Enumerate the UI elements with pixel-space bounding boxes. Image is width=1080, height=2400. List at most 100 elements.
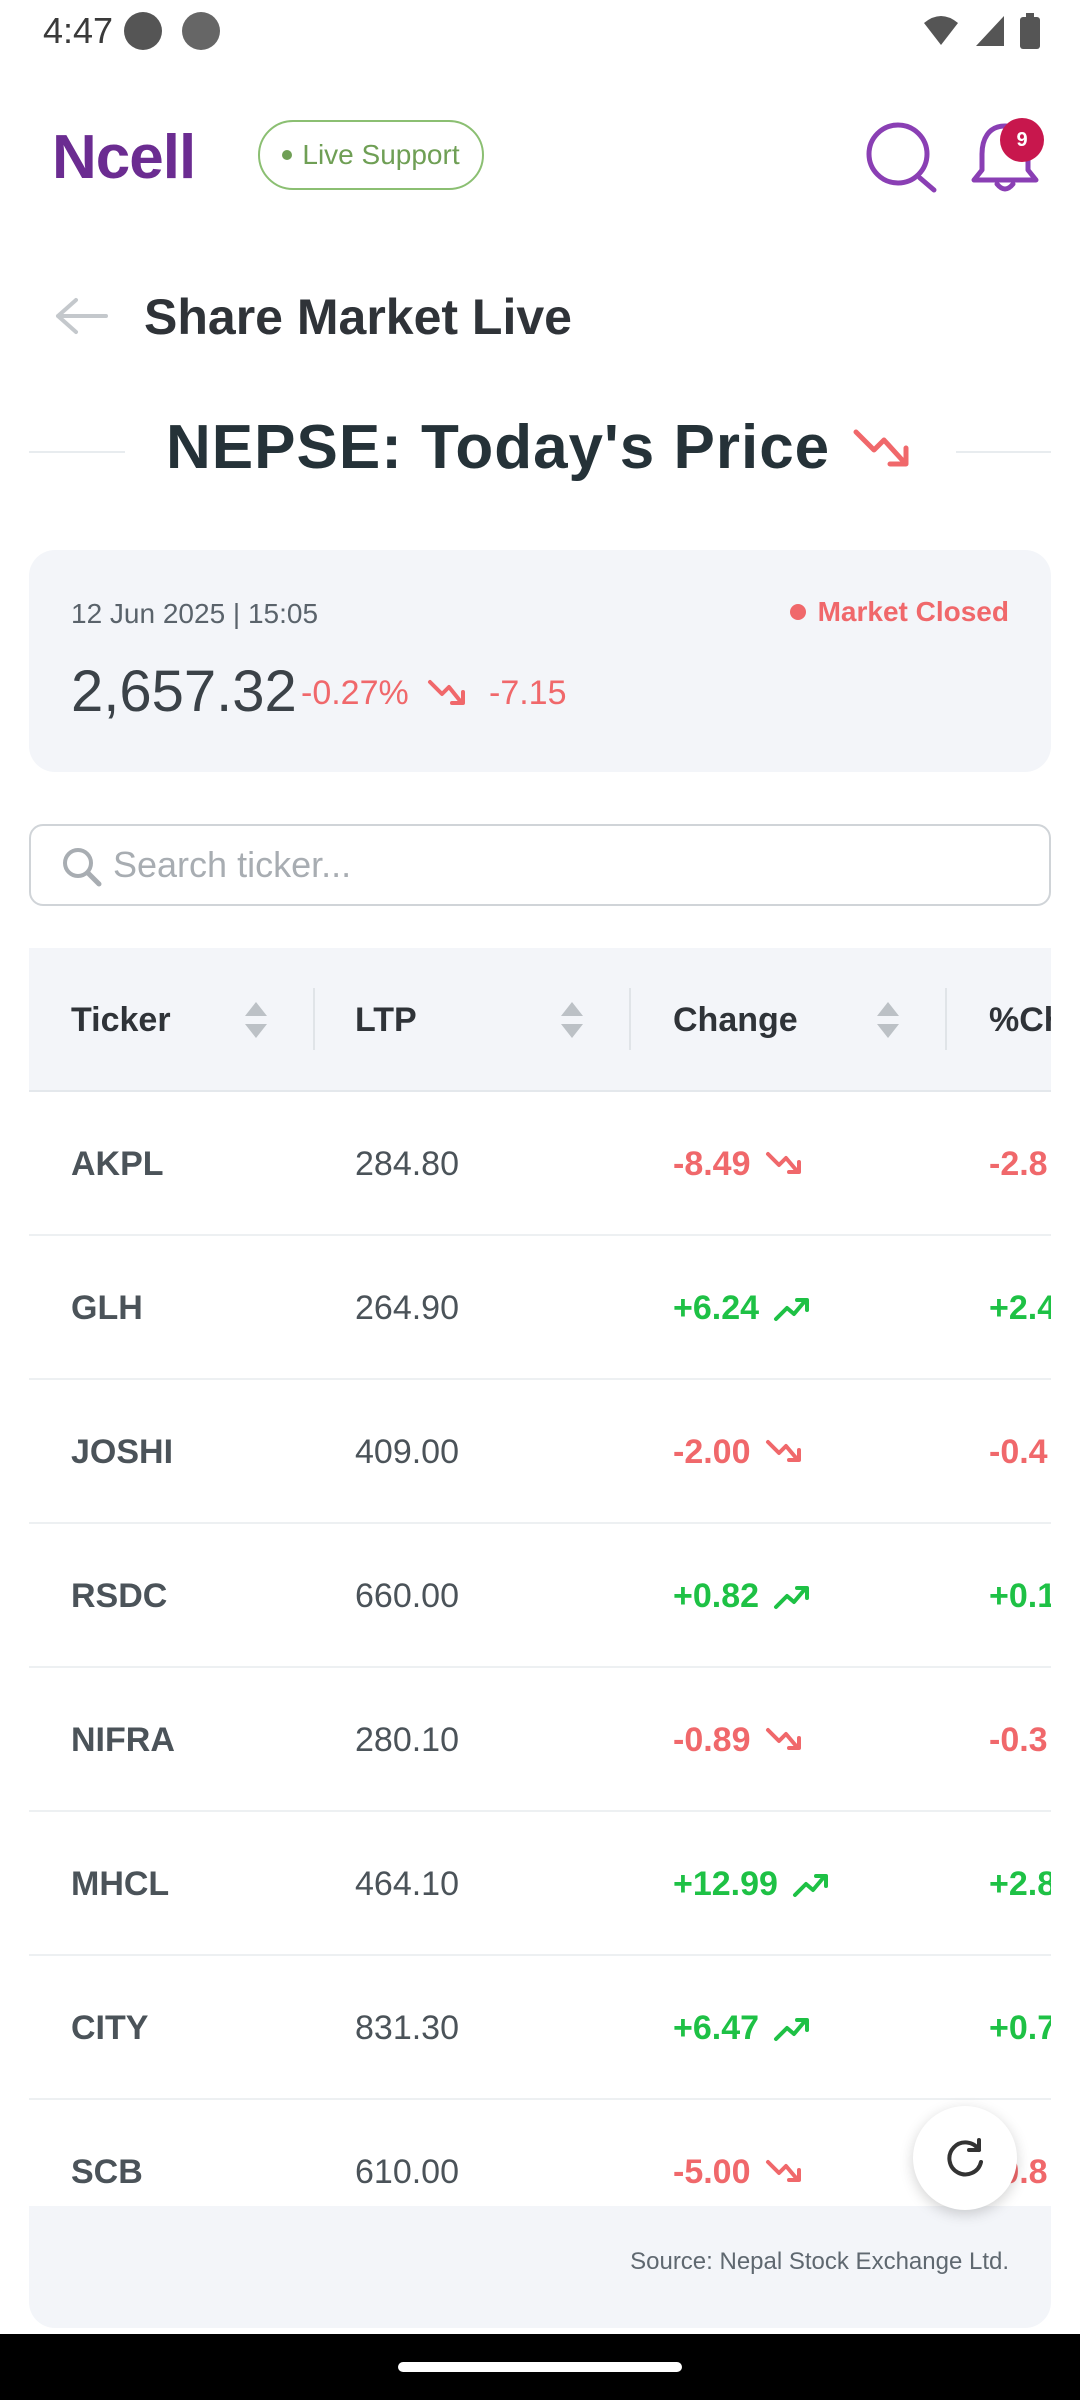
system-navigation-bar bbox=[0, 2334, 1080, 2400]
nepse-index-card: 12 Jun 2025 | 15:05 Market Closed 2,657.… bbox=[29, 550, 1051, 772]
status-bar: 4:47 bbox=[0, 0, 1080, 62]
change-cell: -0.89 bbox=[673, 1668, 803, 1812]
status-time: 4:47 bbox=[43, 10, 114, 51]
change-value: -8.49 bbox=[673, 1144, 751, 1183]
change-cell: -5.00 bbox=[673, 2100, 803, 2206]
percent-change-cell: +2.8 bbox=[989, 1864, 1051, 1903]
trend-down-icon bbox=[853, 429, 909, 467]
search-icon[interactable] bbox=[864, 120, 942, 196]
trend-up-icon bbox=[774, 2018, 810, 2041]
refresh-icon bbox=[947, 2138, 983, 2177]
trend-up-icon bbox=[774, 1298, 810, 1321]
ticker-cell: CITY bbox=[71, 2008, 149, 2047]
change-cell: +12.99 bbox=[673, 1812, 830, 1956]
ltp-cell: 280.10 bbox=[355, 1720, 459, 1759]
sync-status-icon bbox=[124, 12, 162, 50]
column-header-change[interactable]: Change bbox=[673, 948, 798, 1092]
home-gesture-handle[interactable] bbox=[398, 2362, 682, 2372]
change-value: +6.47 bbox=[673, 2008, 760, 2047]
index-percent-change: -0.27% bbox=[301, 674, 409, 712]
battery-icon bbox=[1020, 13, 1040, 49]
heading-divider-right bbox=[956, 451, 1051, 453]
market-status-label: Market Closed bbox=[817, 596, 1009, 627]
table-row[interactable]: MHCL 464.10 +12.99 +2.8 bbox=[29, 1812, 1051, 1956]
market-status-dot-icon bbox=[789, 604, 806, 620]
page-title: Share Market Live bbox=[144, 289, 572, 345]
live-support-button[interactable]: Live Support bbox=[258, 120, 484, 190]
change-cell: +6.47 bbox=[673, 1956, 811, 2100]
trend-down-icon bbox=[765, 1152, 801, 1174]
ltp-cell: 284.80 bbox=[355, 1144, 459, 1183]
table-row[interactable]: AKPL 284.80 -8.49 -2.8 bbox=[29, 1092, 1051, 1236]
ltp-cell: 831.30 bbox=[355, 2008, 459, 2047]
ltp-cell: 264.90 bbox=[355, 1288, 459, 1327]
ticker-cell: GLH bbox=[71, 1288, 143, 1327]
table-header: Ticker LTP Change %Ch bbox=[29, 948, 1051, 1092]
change-value: -5.00 bbox=[673, 2152, 751, 2191]
column-header-label: Change bbox=[673, 1000, 798, 1039]
system-icons bbox=[922, 12, 1040, 50]
trend-down-icon bbox=[765, 1440, 801, 1462]
trend-down-icon bbox=[428, 680, 465, 705]
change-cell: -8.49 bbox=[673, 1092, 803, 1236]
index-point-change: -7.15 bbox=[489, 674, 567, 712]
source-footer: Source: Nepal Stock Exchange Ltd. bbox=[29, 2206, 1051, 2328]
table-row[interactable]: CITY 831.30 +6.47 +0.7 bbox=[29, 1956, 1051, 2100]
table-row[interactable]: SCB 610.00 -5.00 -0.8 bbox=[29, 2100, 1051, 2206]
change-value: +0.82 bbox=[673, 1576, 760, 1615]
sort-icon[interactable] bbox=[875, 998, 901, 1042]
column-header-ticker[interactable]: Ticker bbox=[71, 948, 171, 1092]
change-value: -2.00 bbox=[673, 1432, 751, 1471]
change-value: -0.89 bbox=[673, 1720, 751, 1759]
column-header-percent-change[interactable]: %Ch bbox=[989, 948, 1051, 1092]
stock-table[interactable]: Ticker LTP Change %Ch AKPL 284.80 -8.49 -2.… bbox=[29, 948, 1051, 2206]
table-row[interactable]: GLH 264.90 +6.24 +2.4 bbox=[29, 1236, 1051, 1380]
signal-icon bbox=[976, 16, 1004, 46]
live-support-label: Live Support bbox=[302, 139, 460, 170]
ticker-cell: SCB bbox=[71, 2152, 143, 2191]
ticker-search-box[interactable] bbox=[29, 824, 1051, 906]
index-value: 2,657.32 bbox=[71, 659, 297, 724]
source-text: Source: Nepal Stock Exchange Ltd. bbox=[630, 2248, 1009, 2275]
trend-down-icon bbox=[765, 1728, 801, 1750]
column-divider bbox=[945, 988, 947, 1050]
table-row[interactable]: JOSHI 409.00 -2.00 -0.4 bbox=[29, 1380, 1051, 1524]
ltp-cell: 409.00 bbox=[355, 1432, 459, 1471]
column-header-label: %Ch bbox=[989, 1000, 1051, 1039]
ltp-cell: 464.10 bbox=[355, 1864, 459, 1903]
search-icon bbox=[63, 848, 102, 887]
back-arrow-icon[interactable] bbox=[54, 296, 110, 336]
table-row[interactable]: NIFRA 280.10 -0.89 -0.3 bbox=[29, 1668, 1051, 1812]
heading-divider-left bbox=[29, 451, 125, 453]
change-cell: +6.24 bbox=[673, 1236, 811, 1380]
trend-up-icon bbox=[792, 1874, 828, 1897]
search-input[interactable] bbox=[113, 834, 1013, 896]
notification-badge: 9 bbox=[1000, 118, 1044, 162]
column-header-label: LTP bbox=[355, 1000, 417, 1039]
section-heading: NEPSE: Today's Price bbox=[166, 413, 831, 482]
percent-change-cell: -0.4 bbox=[989, 1432, 1048, 1471]
ticker-cell: RSDC bbox=[71, 1576, 168, 1615]
sort-icon[interactable] bbox=[559, 998, 585, 1042]
ticker-cell: MHCL bbox=[71, 1864, 170, 1903]
percent-change-cell: +0.1 bbox=[989, 1576, 1051, 1615]
wifi-icon bbox=[924, 16, 958, 45]
index-datetime: 12 Jun 2025 | 15:05 bbox=[71, 598, 319, 629]
refresh-button[interactable] bbox=[913, 2106, 1017, 2210]
sort-icon[interactable] bbox=[243, 998, 269, 1042]
change-cell: +0.82 bbox=[673, 1524, 811, 1668]
live-dot-icon bbox=[282, 150, 293, 160]
column-divider bbox=[629, 988, 631, 1050]
change-value: +6.24 bbox=[673, 1288, 760, 1327]
percent-change-cell: +2.4 bbox=[989, 1288, 1051, 1327]
ncell-logo[interactable]: Ncell bbox=[52, 122, 196, 193]
trend-down-icon bbox=[765, 2160, 801, 2182]
column-divider bbox=[313, 988, 315, 1050]
column-header-ltp[interactable]: LTP bbox=[355, 948, 417, 1092]
notification-dot-icon bbox=[182, 12, 220, 50]
change-value: +12.99 bbox=[673, 1864, 778, 1903]
table-row[interactable]: RSDC 660.00 +0.82 +0.1 bbox=[29, 1524, 1051, 1668]
column-header-label: Ticker bbox=[71, 1000, 171, 1039]
app-header: Ncell Live Support bbox=[0, 100, 1080, 210]
percent-change-cell: -2.8 bbox=[989, 1144, 1048, 1183]
